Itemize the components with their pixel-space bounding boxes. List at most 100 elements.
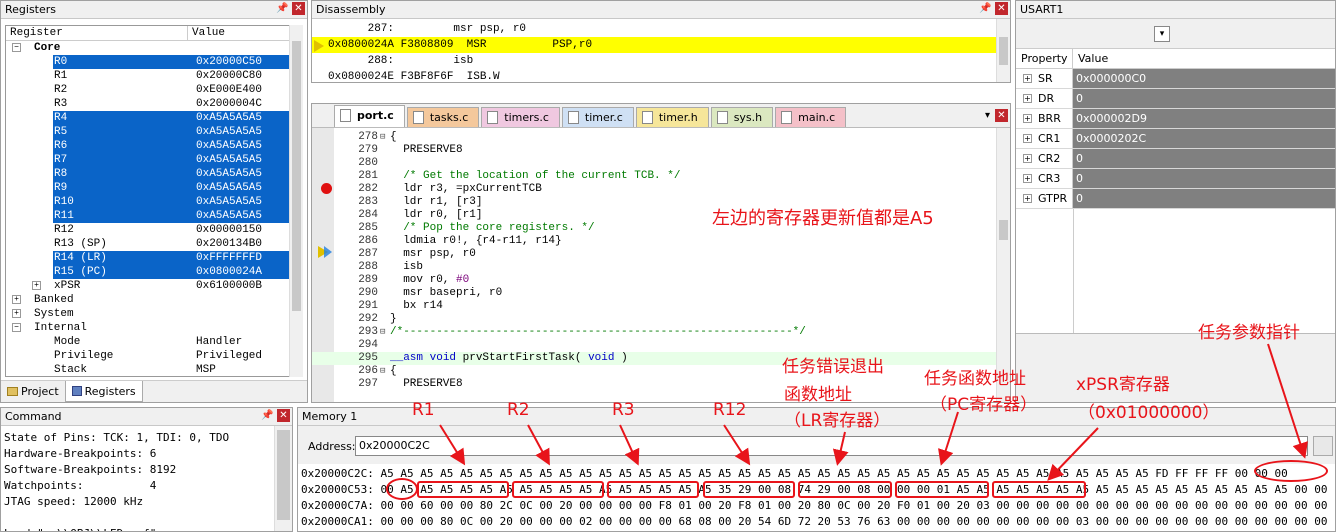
fold-icon[interactable]: ⊟ xyxy=(380,326,385,339)
register-row[interactable]: R3 0x2000004C xyxy=(6,97,292,111)
close-icon[interactable]: ✕ xyxy=(292,2,305,15)
usart-register-value[interactable]: 0 xyxy=(1073,169,1335,188)
code-line[interactable]: 294 xyxy=(312,339,996,352)
code-line[interactable]: 291 bx r14 xyxy=(312,300,996,313)
code-line[interactable]: 295 __asm void prvStartFirstTask( void ) xyxy=(312,352,996,365)
usart-register-row[interactable]: + CR2 0 xyxy=(1016,149,1335,169)
usart-register-row[interactable]: + CR1 0x0000202C xyxy=(1016,129,1335,149)
register-value[interactable]: 0xA5A5A5A5 xyxy=(196,153,262,167)
expand-icon[interactable]: + xyxy=(1023,194,1032,203)
usart-register-row[interactable]: + SR 0x000000C0 xyxy=(1016,69,1335,89)
code-line[interactable]: 282 ldr r3, =pxCurrentTCB xyxy=(312,183,996,196)
usart-register-value[interactable]: 0x000002D9 xyxy=(1073,109,1335,128)
register-row[interactable]: R11 0xA5A5A5A5 xyxy=(6,209,292,223)
disassembly-line[interactable]: 0x0800024E F3BF8F6F ISB.W xyxy=(312,69,996,82)
expand-icon[interactable]: + xyxy=(12,295,21,304)
usart-register-value[interactable]: 0 xyxy=(1073,89,1335,108)
register-value[interactable]: 0xA5A5A5A5 xyxy=(196,209,262,223)
register-value[interactable]: 0xA5A5A5A5 xyxy=(196,195,262,209)
pin-icon[interactable]: 📌 xyxy=(261,409,273,423)
expand-icon[interactable]: + xyxy=(1023,174,1032,183)
pin-icon[interactable]: 📌 xyxy=(979,2,991,16)
register-value[interactable]: 0x00000150 xyxy=(196,223,262,237)
register-row[interactable]: R0 0x20000C50 xyxy=(6,55,292,69)
code-line[interactable]: 281 /* Get the location of the current T… xyxy=(312,170,996,183)
code-line[interactable]: 286 ldmia r0!, {r4-r11, r14} xyxy=(312,235,996,248)
register-row[interactable]: R6 0xA5A5A5A5 xyxy=(6,139,292,153)
usart-register-value[interactable]: 0x0000202C xyxy=(1073,129,1335,148)
code-line[interactable]: 289 mov r0, #0 xyxy=(312,274,996,287)
group-core[interactable]: − Core xyxy=(6,41,292,55)
usart-dropdown[interactable]: ▾ xyxy=(1154,26,1170,42)
code-line[interactable]: 290 msr basepri, r0 xyxy=(312,287,996,300)
lock-icon[interactable] xyxy=(1313,436,1333,456)
code-line[interactable]: 288 isb xyxy=(312,261,996,274)
disassembly-scrollbar[interactable] xyxy=(996,19,1010,82)
col-property[interactable]: Property xyxy=(1016,49,1073,68)
expand-icon[interactable]: + xyxy=(32,281,41,290)
usart-register-value[interactable]: 0x000000C0 xyxy=(1073,69,1335,88)
tab-project[interactable]: Project xyxy=(1,381,65,402)
register-row[interactable]: R7 0xA5A5A5A5 xyxy=(6,153,292,167)
address-input[interactable]: 0x20000C2C xyxy=(355,436,1308,456)
tab-file[interactable]: port.c xyxy=(334,105,405,127)
usart-register-row[interactable]: + BRR 0x000002D9 xyxy=(1016,109,1335,129)
tab-file[interactable]: main.c xyxy=(775,107,847,127)
usart-register-row[interactable]: + GTPR 0 xyxy=(1016,189,1335,209)
fold-icon[interactable]: ⊟ xyxy=(380,365,385,378)
tab-file[interactable]: timer.c xyxy=(561,107,634,127)
col-usart-value[interactable]: Value xyxy=(1073,49,1335,68)
expand-icon[interactable]: + xyxy=(1023,114,1032,123)
register-value[interactable]: 0xFFFFFFFD xyxy=(196,251,262,265)
register-row[interactable]: Mode Handler xyxy=(6,335,292,349)
register-group[interactable]: + Banked xyxy=(6,293,292,307)
register-row[interactable]: + xPSR 0x6100000B xyxy=(6,279,292,293)
expand-icon[interactable]: + xyxy=(1023,74,1032,83)
close-icon[interactable]: ✕ xyxy=(277,409,290,422)
code-line[interactable]: 293 /*-----------------------------------… xyxy=(312,326,996,339)
register-row[interactable]: R1 0x20000C80 xyxy=(6,69,292,83)
close-icon[interactable]: ✕ xyxy=(995,2,1008,15)
tab-file[interactable]: tasks.c xyxy=(406,107,480,127)
expand-icon[interactable]: + xyxy=(1023,154,1032,163)
register-row[interactable]: R2 0xE000E400 xyxy=(6,83,292,97)
register-value[interactable]: 0xA5A5A5A5 xyxy=(196,111,262,125)
editor-close-icon[interactable]: ✕ xyxy=(995,109,1008,122)
register-row[interactable]: Stack MSP xyxy=(6,363,292,376)
editor-scrollbar[interactable] xyxy=(996,128,1010,402)
register-row[interactable]: R14 (LR) 0xFFFFFFFD xyxy=(6,251,292,265)
usart-register-row[interactable]: + CR3 0 xyxy=(1016,169,1335,189)
register-value[interactable]: 0x0800024A xyxy=(196,265,262,279)
register-row[interactable]: R8 0xA5A5A5A5 xyxy=(6,167,292,181)
register-value[interactable]: 0x2000004C xyxy=(196,97,262,111)
usart-register-row[interactable]: + DR 0 xyxy=(1016,89,1335,109)
register-value[interactable]: 0xA5A5A5A5 xyxy=(196,167,262,181)
register-value[interactable]: 0xA5A5A5A5 xyxy=(196,139,262,153)
expand-icon[interactable]: + xyxy=(1023,134,1032,143)
disassembly-line[interactable]: 288: isb xyxy=(312,53,996,69)
expand-icon[interactable]: + xyxy=(1023,94,1032,103)
register-value[interactable]: 0x20000C80 xyxy=(196,69,262,83)
fold-icon[interactable]: ⊟ xyxy=(380,131,385,144)
memory-line[interactable]: 0x20000C7A: 00 00 60 00 00 80 2C 0C 00 2… xyxy=(301,498,1328,514)
register-value[interactable]: 0x6100000B xyxy=(196,279,262,293)
collapse-icon[interactable]: − xyxy=(12,43,21,52)
register-value[interactable]: 0xA5A5A5A5 xyxy=(196,181,262,195)
usart-register-value[interactable]: 0 xyxy=(1073,189,1335,208)
register-value[interactable]: 0xA5A5A5A5 xyxy=(196,125,262,139)
tab-file[interactable]: timer.h xyxy=(635,107,709,127)
register-scrollbar[interactable] xyxy=(289,25,303,377)
collapse-icon[interactable]: − xyxy=(12,323,21,332)
code-line[interactable]: 279 PRESERVE8 xyxy=(312,144,996,157)
tab-file[interactable]: timers.c xyxy=(481,107,560,127)
disassembly-line[interactable]: 0x0800024A F3808809 MSR PSP,r0 xyxy=(312,37,996,53)
tab-registers[interactable]: Registers xyxy=(64,381,143,402)
expand-icon[interactable]: + xyxy=(12,309,21,318)
register-value[interactable]: 0x20000C50 xyxy=(196,55,262,69)
code-line[interactable]: 292} xyxy=(312,313,996,326)
register-row[interactable]: R10 0xA5A5A5A5 xyxy=(6,195,292,209)
register-value[interactable]: 0xE000E400 xyxy=(196,83,262,97)
tab-overflow-arrow-icon[interactable]: ▾ xyxy=(985,110,990,121)
register-group[interactable]: + System xyxy=(6,307,292,321)
code-line[interactable]: 287 msr psp, r0 xyxy=(312,248,996,261)
